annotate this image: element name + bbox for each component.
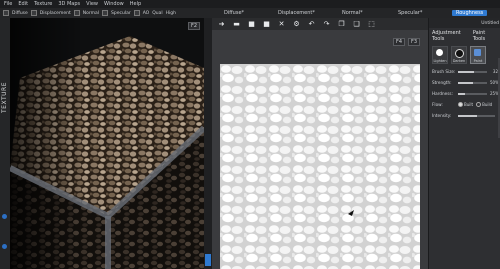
menu-view[interactable]: View [86, 1, 98, 7]
flow-option-label: Build [482, 102, 493, 107]
brush-size-label: Brush Size: [432, 69, 456, 74]
copy-icon[interactable]: ❐ [338, 20, 345, 28]
strength-label: Strength: [432, 80, 452, 85]
hardness-value[interactable]: 25% [490, 91, 499, 96]
redo-icon[interactable]: ↷ [323, 20, 330, 28]
side-dot-icon [2, 214, 7, 219]
tab-roughness[interactable]: Roughness [452, 10, 488, 16]
menu-window[interactable]: Window [104, 1, 124, 7]
gear-icon[interactable]: ⚙ [293, 20, 300, 28]
diffuse-label: Diffuse [12, 10, 28, 16]
viewport-shortcut-badge: F2 [187, 22, 200, 30]
ao-label: AO [142, 10, 150, 16]
darken-label: Darken [452, 59, 466, 63]
paint-tools-label[interactable]: Paint Tools [473, 30, 498, 42]
displacement-checkbox[interactable] [30, 10, 37, 16]
diffuse-checkbox[interactable] [3, 10, 9, 16]
ao-checkbox[interactable] [133, 10, 140, 16]
brush-icon [474, 49, 481, 56]
menu-file[interactable]: File [4, 1, 12, 7]
quality-label: Qual [152, 10, 163, 16]
flow-label: Flow: [432, 102, 443, 107]
menu-bar: File Edit Texture 3D Maps View Window He… [0, 0, 500, 8]
white-circle-icon [436, 49, 443, 56]
panel-tabs: Untitled [429, 18, 500, 28]
paint-tool-button[interactable]: Paint [470, 46, 486, 64]
roughness-map-canvas[interactable] [220, 64, 420, 269]
lighten-tool-button[interactable]: Lighten [432, 46, 448, 64]
canvas-badge-f4: F4 [393, 38, 406, 46]
strength-row: Strength: 50% [429, 77, 500, 88]
paste-icon[interactable]: ❑ [353, 20, 360, 28]
strength-slider[interactable] [458, 81, 487, 84]
texture-side-tab[interactable]: TEXTURE [1, 82, 8, 113]
side-dot-icon [2, 244, 7, 249]
3d-viewport[interactable]: F2 [10, 18, 204, 269]
tool-buttons: Lighten Darken Paint [429, 44, 500, 66]
save-as-icon[interactable]: ■ [263, 20, 270, 28]
tools-panel: Untitled Adjustment Tools Paint Tools Li… [428, 18, 500, 269]
tab-displacement[interactable]: Displacement* [278, 10, 315, 16]
adjustment-tools-label[interactable]: Adjustment Tools [432, 30, 473, 42]
specular-label: Specular [111, 10, 131, 16]
hardness-slider[interactable] [458, 92, 487, 95]
specular-checkbox[interactable] [102, 10, 109, 16]
brush-size-row: Brush Size: 32 [429, 66, 500, 77]
darken-tool-button[interactable]: Darken [451, 46, 467, 64]
brush-size-value[interactable]: 32 [490, 69, 498, 74]
black-circle-icon [455, 49, 464, 58]
save-icon[interactable]: ■ [248, 20, 255, 28]
undo-icon[interactable]: ↶ [308, 20, 315, 28]
intensity-slider[interactable] [458, 114, 495, 117]
close-icon[interactable]: ✕ [278, 20, 285, 28]
displacement-label: Displacement [39, 10, 71, 16]
strength-value[interactable]: 50% [490, 80, 499, 85]
rock-cube-preview [10, 18, 204, 269]
arrow-right-icon[interactable]: ➜ [218, 20, 225, 28]
tab-normal[interactable]: Normal* [342, 10, 363, 16]
flow-row: Flow: Built Build [429, 99, 500, 110]
lighten-label: Lighten [433, 59, 447, 63]
flow-option-built[interactable]: Built [458, 102, 473, 107]
fit-icon[interactable]: ⬚ [368, 20, 375, 28]
texture-canvas-area: F4 F3 [212, 30, 428, 269]
menu-texture[interactable]: Texture [34, 1, 52, 7]
side-strip: TEXTURE [0, 18, 10, 269]
paint-label: Paint [473, 59, 483, 63]
menu-3d-maps[interactable]: 3D Maps [58, 1, 80, 7]
document-tab[interactable]: Untitled [481, 21, 499, 26]
panel-title: Adjustment Tools Paint Tools [429, 28, 500, 44]
quality-select[interactable]: High [166, 11, 176, 16]
folder-icon[interactable]: ▬ [233, 20, 240, 28]
editor-toolbar: ➜ ▬ ■ ■ ✕ ⚙ ↶ ↷ ❐ ❑ ⬚ [212, 18, 428, 30]
collapse-arrow-icon[interactable] [205, 254, 211, 266]
intensity-label: Intensity: [432, 113, 452, 118]
intensity-row: Intensity: [429, 110, 500, 121]
brush-size-slider[interactable] [458, 70, 487, 73]
preview-toolbar: Diffuse Displacement Normal Specular AO … [0, 8, 212, 18]
pebble-map [220, 64, 420, 269]
flow-option-label: Built [464, 102, 474, 107]
canvas-badge-f3: F3 [408, 38, 421, 46]
normal-checkbox[interactable] [73, 10, 80, 16]
menu-help[interactable]: Help [130, 1, 141, 7]
flow-option-build[interactable]: Build [476, 102, 492, 107]
splitter[interactable] [204, 18, 212, 269]
tab-specular[interactable]: Specular* [398, 10, 422, 16]
normal-label: Normal [82, 10, 100, 16]
menu-edit[interactable]: Edit [18, 1, 28, 7]
hardness-label: Hardness: [432, 91, 454, 96]
tab-diffuse[interactable]: Diffuse* [224, 10, 244, 16]
hardness-row: Hardness: 25% [429, 88, 500, 99]
map-tabs: Diffuse* Displacement* Normal* Specular*… [212, 8, 500, 18]
